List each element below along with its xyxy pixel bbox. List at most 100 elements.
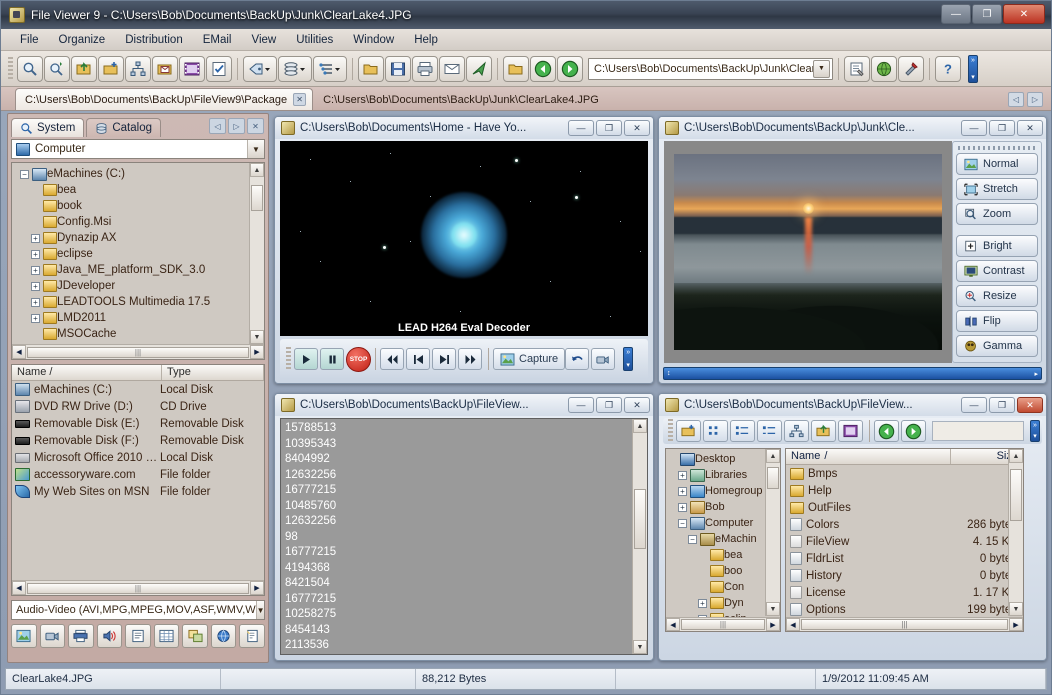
tree-item[interactable]: +JDeveloper	[20, 278, 248, 294]
expand-icon[interactable]: +	[31, 314, 40, 323]
browser-close-button[interactable]: ✕	[1017, 397, 1043, 413]
audio-icon[interactable]	[97, 624, 123, 648]
thumbnails-icon[interactable]	[703, 420, 728, 442]
menu-item-file[interactable]: File	[11, 31, 48, 49]
scroll-thumb[interactable]	[767, 467, 779, 489]
expand-icon[interactable]: +	[31, 250, 40, 259]
table-row[interactable]: Bmps	[786, 465, 1023, 482]
rewind-icon[interactable]	[380, 348, 404, 370]
new-folder-icon[interactable]	[676, 420, 701, 442]
document-tab-package[interactable]: C:\Users\Bob\Documents\BackUp\FileView9\…	[15, 88, 313, 110]
tree-item[interactable]: −Computer	[668, 515, 765, 531]
minimize-button[interactable]: —	[941, 4, 971, 24]
folder-icon[interactable]	[503, 56, 529, 82]
drive-list[interactable]: Name / Type eMachines (C:)Local DiskDVD …	[11, 364, 265, 596]
maximize-button[interactable]: ❐	[972, 4, 1002, 24]
tree-item[interactable]: Con	[668, 579, 765, 595]
expand-icon[interactable]: +	[678, 471, 687, 480]
tree-item[interactable]: −eMachin	[668, 531, 765, 547]
table-row[interactable]: Help	[786, 482, 1023, 499]
menu-item-window[interactable]: Window	[344, 31, 403, 49]
table-row[interactable]: FldrList0 bytes	[786, 550, 1023, 567]
browser-list-hscrollbar[interactable]: ◀ ||| ▶	[786, 617, 1023, 631]
browser-file-list[interactable]: Name/ Size BmpsHelpOutFilesColors286 byt…	[785, 448, 1024, 632]
tab-catalog[interactable]: Catalog	[86, 118, 161, 137]
text-vertical-scrollbar[interactable]: ▲ ▼	[632, 419, 647, 654]
table-row[interactable]: Colors286 bytes	[786, 516, 1023, 533]
menu-item-distribution[interactable]: Distribution	[116, 31, 192, 49]
browser-tree-hscrollbar[interactable]: ◀ ||| ▶	[666, 617, 780, 631]
browser-minimize-button[interactable]: —	[961, 397, 987, 413]
resize-button[interactable]: Resize	[956, 285, 1038, 307]
collapse-icon[interactable]: −	[688, 535, 697, 544]
save-icon[interactable]	[385, 56, 411, 82]
next-frame-icon[interactable]	[432, 348, 456, 370]
scroll-up-icon[interactable]: ▲	[1009, 449, 1023, 463]
play-icon[interactable]	[294, 348, 318, 370]
tree-item[interactable]: +eclipse	[20, 246, 248, 262]
capture-button[interactable]: Capture	[493, 348, 565, 370]
table-row[interactable]: License1. 17 KB	[786, 584, 1023, 601]
printer-icon[interactable]	[68, 624, 94, 648]
new-folder-icon[interactable]	[98, 56, 124, 82]
media-maximize-button[interactable]: ❐	[596, 120, 622, 136]
browser-address-field[interactable]	[932, 421, 1024, 441]
network-icon[interactable]	[125, 56, 151, 82]
hscroll-thumb[interactable]: |||	[681, 619, 765, 630]
send-icon[interactable]	[466, 56, 492, 82]
tree-item[interactable]: +Java_ME_platform_SDK_3.0	[20, 262, 248, 278]
tree-item[interactable]: Config.Msi	[20, 214, 248, 230]
new-doc-icon[interactable]	[239, 624, 265, 648]
close-icon[interactable]: ✕	[293, 93, 306, 106]
chevron-down-icon[interactable]: ▼	[256, 601, 265, 619]
scroll-up-icon[interactable]: ▲	[633, 419, 647, 433]
scroll-thumb[interactable]	[634, 489, 646, 549]
tree-item[interactable]: +Homegroup	[668, 483, 765, 499]
help-icon[interactable]: ?	[935, 56, 961, 82]
hscroll-thumb[interactable]: |||	[801, 619, 1008, 630]
search-move-icon[interactable]	[44, 56, 70, 82]
scroll-left-icon[interactable]: ◀	[666, 618, 680, 631]
stop-icon[interactable]: STOP	[346, 347, 371, 372]
forward-icon[interactable]	[901, 420, 926, 442]
table-row[interactable]: Microsoft Office 2010 …Local Disk	[12, 449, 264, 466]
chevron-down-icon[interactable]: ▼	[247, 140, 264, 158]
hscroll-thumb[interactable]: |||	[27, 347, 249, 358]
tree-item[interactable]: MSOCache	[20, 326, 248, 342]
globe-icon[interactable]	[871, 56, 897, 82]
tree-item[interactable]: −eMachines (C:)	[20, 166, 248, 182]
panel-next-icon[interactable]: ▷	[228, 118, 245, 134]
collapse-icon[interactable]: −	[20, 170, 29, 179]
column-header-name[interactable]: Name/	[786, 449, 951, 464]
scroll-right-icon[interactable]: ▶	[250, 345, 264, 359]
table-row[interactable]: Options199 bytes	[786, 601, 1023, 618]
scroll-up-icon[interactable]: ▲	[766, 449, 780, 463]
report-icon[interactable]	[125, 624, 151, 648]
panel-grip[interactable]	[958, 146, 1036, 150]
tab-next-icon[interactable]: ▷	[1027, 92, 1043, 107]
image-icon[interactable]	[11, 624, 37, 648]
text-close-button[interactable]: ✕	[624, 397, 650, 413]
controls-grip[interactable]	[286, 347, 291, 371]
drive-list-hscrollbar[interactable]: ◀ ||| ▶	[12, 580, 264, 595]
tree-vertical-scrollbar[interactable]: ▲ ▼	[249, 163, 264, 344]
tag-icon[interactable]	[243, 56, 277, 82]
contrast-button[interactable]: Contrast	[956, 260, 1038, 282]
expand-icon[interactable]: +	[31, 298, 40, 307]
network-icon[interactable]	[784, 420, 809, 442]
video-display[interactable]: LEAD H264 Eval Decoder	[280, 141, 648, 336]
chevron-down-icon[interactable]: ▼	[813, 60, 830, 78]
expand-icon[interactable]: +	[678, 503, 687, 512]
table-row[interactable]: Removable Disk (F:)Removable Disk	[12, 432, 264, 449]
prev-frame-icon[interactable]	[406, 348, 430, 370]
tab-system[interactable]: System	[11, 118, 84, 137]
browser-toolbar-grip[interactable]	[668, 419, 673, 443]
image-display[interactable]	[664, 141, 952, 363]
camera-icon[interactable]	[591, 348, 615, 370]
text-minimize-button[interactable]: —	[568, 397, 594, 413]
media-overflow-handle[interactable]: »▾	[623, 347, 633, 371]
layers-icon[interactable]	[278, 56, 312, 82]
globe-icon[interactable]	[211, 624, 237, 648]
mail-folder-icon[interactable]	[152, 56, 178, 82]
table-row[interactable]: DVD RW Drive (D:)CD Drive	[12, 398, 264, 415]
